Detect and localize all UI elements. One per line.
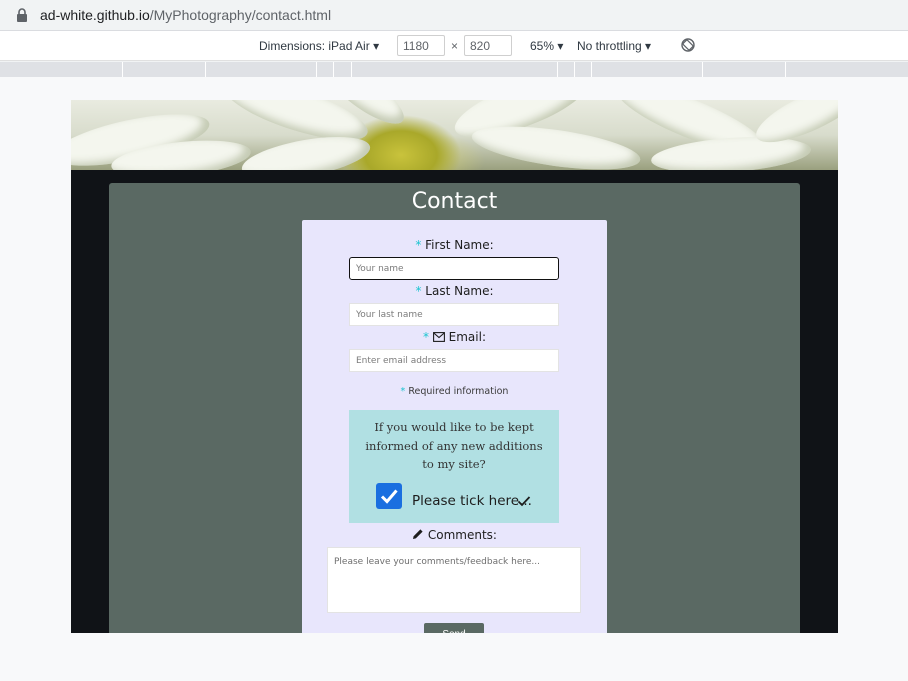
url-text[interactable]: ad-white.github.io/MyPhotography/contact… — [40, 7, 331, 23]
first-name-input[interactable]: Your name — [349, 257, 559, 280]
ruler-tick — [351, 62, 352, 77]
last-name-input[interactable]: Your last name — [349, 303, 559, 326]
tick-label[interactable]: Please tick here... — [412, 493, 532, 509]
submit-button[interactable]: Send — [424, 623, 484, 633]
page-title: Contact — [411, 189, 498, 214]
comments-label-text: Comments: — [427, 528, 497, 542]
media-query-ruler[interactable] — [0, 62, 908, 77]
first-name-label: * First Name: — [302, 238, 607, 252]
last-name-label-text: Last Name: — [425, 284, 494, 298]
ruler-tick — [785, 62, 786, 77]
ruler-tick — [702, 62, 703, 77]
ruler-tick — [205, 62, 206, 77]
ruler-tick — [591, 62, 592, 77]
ruler-tick — [122, 62, 123, 77]
contact-panel: Contact * First Name: Your name * Last N… — [109, 183, 800, 633]
required-asterisk: * — [415, 284, 422, 298]
dropdown-icon: ▾ — [373, 39, 380, 53]
ruler-tick — [557, 62, 558, 77]
dimensions-label: Dimensions: iPad Air — [259, 39, 370, 53]
ruler-tick — [333, 62, 334, 77]
zoom-dropdown[interactable]: 65% ▾ — [530, 39, 563, 53]
newsletter-box: If you would like to be kept informed of… — [349, 410, 559, 523]
header-banner-image — [71, 100, 838, 170]
email-input[interactable]: Enter email address — [349, 349, 559, 372]
last-name-label: * Last Name: — [302, 284, 607, 298]
dimensions-dropdown[interactable]: Dimensions: iPad Air ▾ — [259, 39, 379, 53]
dropdown-icon: ▾ — [645, 39, 652, 53]
height-input[interactable]: 820 — [464, 35, 512, 56]
times-sign: × — [451, 39, 459, 53]
checkmark-icon — [380, 489, 398, 504]
zoom-value: 65% — [530, 39, 555, 53]
address-bar[interactable]: ad-white.github.io/MyPhotography/contact… — [0, 0, 908, 31]
pencil-icon — [413, 529, 423, 539]
contact-form: * First Name: Your name * Last Name: You… — [302, 220, 607, 633]
dropdown-icon: ▾ — [557, 39, 564, 53]
url-host: ad-white.github.io — [40, 7, 150, 23]
width-input[interactable]: 1180 — [397, 35, 445, 56]
rotate-icon[interactable] — [680, 37, 696, 53]
ruler-tick — [316, 62, 317, 77]
throttling-dropdown[interactable]: No throttling ▾ — [577, 39, 651, 53]
newsletter-checkbox[interactable] — [376, 483, 402, 509]
emulated-page: Contact * First Name: Your name * Last N… — [71, 100, 838, 633]
required-asterisk: * — [423, 330, 429, 344]
envelope-icon — [432, 332, 445, 342]
first-name-label-text: First Name: — [425, 238, 494, 252]
required-note: * Required information — [302, 386, 607, 397]
lock-icon[interactable] — [16, 8, 28, 22]
required-asterisk: * — [400, 386, 406, 397]
email-label: * Email: — [302, 330, 607, 344]
comments-label: Comments: — [302, 528, 607, 542]
email-label-text: Email: — [448, 330, 486, 344]
required-note-text: Required information — [408, 386, 509, 397]
device-toolbar: Dimensions: iPad Air ▾ 1180 × 820 65% ▾ … — [0, 31, 908, 61]
newsletter-text: If you would like to be kept informed of… — [365, 420, 543, 471]
url-path: /MyPhotography/contact.html — [149, 7, 332, 23]
ruler-tick — [574, 62, 575, 77]
check-icon — [517, 496, 531, 507]
required-asterisk: * — [415, 238, 422, 252]
comments-textarea[interactable]: Please leave your comments/feedback here… — [327, 547, 581, 613]
throttling-value: No throttling — [577, 39, 642, 53]
